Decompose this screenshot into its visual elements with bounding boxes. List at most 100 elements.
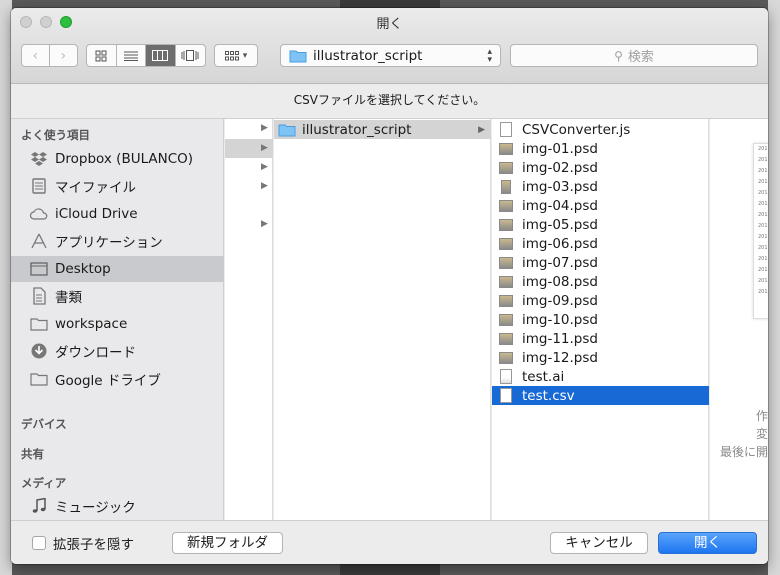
browser-column-2: illustrator_script ▶ <box>274 119 491 520</box>
hide-extension-checkbox[interactable] <box>32 536 46 550</box>
arrange-popup-button[interactable]: ▾ <box>214 44 258 67</box>
folder-icon <box>278 124 296 136</box>
file-row[interactable]: img-10.psd <box>492 310 709 329</box>
file-row[interactable]: CSVConverter.js <box>492 120 709 139</box>
sidebar-item-dropbox[interactable]: Dropbox (BULANCO) <box>11 146 224 172</box>
applications-icon <box>29 232 49 250</box>
file-name: img-05.psd <box>522 216 598 233</box>
file-row[interactable]: img-09.psd <box>492 291 709 310</box>
folder-icon <box>29 370 49 388</box>
file-name: img-10.psd <box>522 311 598 328</box>
file-name: test.csv <box>522 387 575 404</box>
sidebar-item-label: Google ドライブ <box>55 373 161 389</box>
sidebar-item-label: ミュージック <box>55 500 136 516</box>
sidebar-item-music[interactable]: ミュージック <box>11 493 224 519</box>
cover-flow-button[interactable] <box>176 45 205 66</box>
ai-document-icon <box>498 369 514 385</box>
folder-icon <box>289 50 307 62</box>
folder-row-illustrator-script[interactable]: illustrator_script ▶ <box>274 120 491 139</box>
search-field[interactable]: ⚲ 検索 <box>510 44 758 67</box>
bottom-bar: 拡張子を隠す 新規フォルダ キャンセル 開く <box>11 520 768 564</box>
psd-thumbnail-icon <box>498 160 514 176</box>
view-mode-control <box>86 44 206 67</box>
sidebar-item-workspace[interactable]: workspace <box>11 311 224 337</box>
column-view-button[interactable] <box>146 45 176 66</box>
sidebar-item-icloud-drive[interactable]: iCloud Drive <box>11 201 224 227</box>
file-name: img-11.psd <box>522 330 598 347</box>
media-header: メディア <box>21 476 67 490</box>
psd-thumbnail-icon <box>498 198 514 214</box>
cancel-button[interactable]: キャンセル <box>550 532 648 554</box>
sidebar-item-label: Desktop <box>55 261 111 277</box>
psd-thumbnail-icon <box>498 274 514 290</box>
cover-flow-icon <box>181 50 199 61</box>
file-row[interactable]: img-03.psd <box>492 177 709 196</box>
file-row[interactable]: img-11.psd <box>492 329 709 348</box>
list-view-icon <box>123 51 138 61</box>
file-name: img-12.psd <box>522 349 598 366</box>
favorites-header: よく使う項目 <box>21 128 90 142</box>
sidebar-item-label: ダウンロード <box>55 345 136 361</box>
path-popup-button[interactable]: illustrator_script ▴ ▾ <box>280 44 501 67</box>
psd-thumbnail-icon <box>498 293 514 309</box>
file-row[interactable]: img-05.psd <box>492 215 709 234</box>
disclosure-arrow-icon: ▶ <box>478 124 485 135</box>
icon-view-button[interactable] <box>87 45 117 66</box>
shared-header: 共有 <box>21 447 44 461</box>
file-name: img-08.psd <box>522 273 598 290</box>
psd-thumbnail-icon <box>498 236 514 252</box>
file-row-selected[interactable]: test.csv <box>492 386 709 405</box>
sidebar-item-applications[interactable]: アプリケーション <box>11 228 224 254</box>
search-placeholder: 検索 <box>627 50 654 65</box>
search-icon: ⚲ <box>614 48 623 63</box>
disclosure-arrow-icon: ▶ <box>261 219 268 229</box>
open-dialog: 開く ‹ › ▾ illustrator_script ▴ ▾ ⚲ 検索 CSV… <box>11 8 768 564</box>
sidebar-item-documents[interactable]: 書類 <box>11 283 224 309</box>
chevron-down-icon: ▾ <box>242 50 248 61</box>
psd-thumbnail-icon <box>498 350 514 366</box>
list-view-button[interactable] <box>117 45 146 66</box>
sidebar-item-label: workspace <box>55 316 128 332</box>
sidebar-item-all-my-files[interactable]: マイファイル <box>11 173 224 199</box>
sidebar-item-google-drive[interactable]: Google ドライブ <box>11 366 224 392</box>
file-row[interactable]: img-08.psd <box>492 272 709 291</box>
psd-thumbnail-icon <box>498 312 514 328</box>
dialog-prompt: CSVファイルを選択してください。 <box>11 85 768 119</box>
psd-thumbnail-icon <box>498 255 514 271</box>
new-folder-button[interactable]: 新規フォルダ <box>172 532 283 554</box>
file-row[interactable]: img-06.psd <box>492 234 709 253</box>
file-name: img-06.psd <box>522 235 598 252</box>
file-row[interactable]: test.ai <box>492 367 709 386</box>
file-name: img-09.psd <box>522 292 598 309</box>
back-button[interactable]: ‹ <box>22 45 50 66</box>
browser-column-1: ▶ ▶ ▶ ▶ ▶ <box>225 119 273 520</box>
file-row[interactable]: img-07.psd <box>492 253 709 272</box>
disclosure-arrow-icon: ▶ <box>261 181 268 191</box>
sidebar-item-desktop[interactable]: Desktop <box>11 256 224 282</box>
dropbox-icon <box>29 150 49 168</box>
preview-info-created: 作 <box>755 409 768 423</box>
sidebar-item-label: アプリケーション <box>55 235 163 251</box>
file-name: test.ai <box>522 368 565 385</box>
icon-view-icon <box>95 50 107 61</box>
forward-button[interactable]: › <box>50 45 77 66</box>
file-row[interactable]: img-12.psd <box>492 348 709 367</box>
file-name: img-02.psd <box>522 159 598 176</box>
sidebar-item-label: 書類 <box>55 290 82 306</box>
file-row[interactable]: img-02.psd <box>492 158 709 177</box>
psd-thumbnail-icon <box>498 217 514 233</box>
chevron-right-icon: › <box>60 47 67 64</box>
file-name: CSVConverter.js <box>522 121 631 138</box>
cloud-icon <box>29 205 49 223</box>
file-name: img-07.psd <box>522 254 598 271</box>
csv-document-icon <box>498 388 514 404</box>
preview-info-modified: 変 <box>755 427 768 441</box>
all-my-files-icon <box>29 177 49 195</box>
file-row[interactable]: img-01.psd <box>492 139 709 158</box>
sidebar-item-downloads[interactable]: ダウンロード <box>11 338 224 364</box>
file-row[interactable]: img-04.psd <box>492 196 709 215</box>
music-icon <box>29 497 49 515</box>
csv-preview-thumbnail: 201 201 201 201 201 201 201 201 201 201 201 201 201 2… <box>753 143 768 319</box>
browser-column-3: CSVConverter.js img-01.psd img-02.psd im… <box>492 119 709 520</box>
open-button[interactable]: 開く <box>658 532 757 554</box>
